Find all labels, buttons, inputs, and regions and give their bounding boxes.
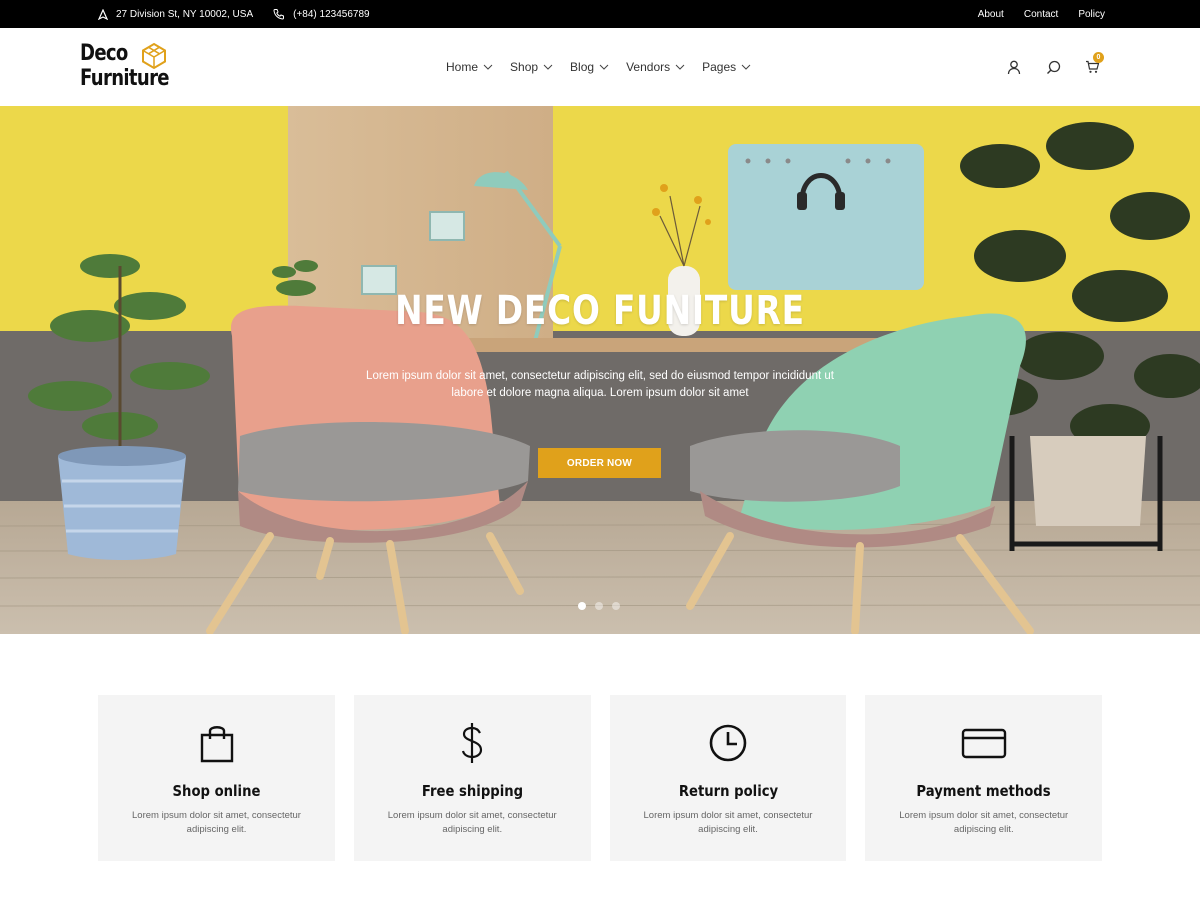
location-arrow-icon — [98, 8, 108, 20]
hero-slider: NEW DECO FUNITURE Lorem ipsum dolor sit … — [0, 106, 1200, 634]
chevron-down-icon — [675, 64, 685, 70]
hero-title: NEW DECO FUNITURE — [395, 288, 805, 334]
feature-title: Shop online — [172, 782, 261, 800]
hero-subtitle: Lorem ipsum dolor sit amet, consectetur … — [366, 370, 834, 399]
feature-shop-online: Shop online Lorem ipsum dolor sit amet, … — [98, 695, 335, 861]
chevron-down-icon — [543, 64, 553, 70]
search-icon — [1046, 60, 1060, 74]
topbar-link-policy[interactable]: Policy — [1078, 9, 1105, 20]
nav-item-label: Shop — [510, 60, 539, 74]
main-nav: Home Shop Blog Vendors Pages — [446, 28, 751, 106]
chevron-down-icon — [599, 64, 609, 70]
phone-info: (+84) 123456789 — [273, 8, 370, 20]
chevron-down-icon — [483, 64, 493, 70]
nav-item-blog[interactable]: Blog — [570, 60, 609, 74]
logo-cube-icon — [142, 42, 166, 70]
slider-dot-3[interactable] — [612, 602, 620, 610]
feature-title: Free shipping — [421, 782, 523, 800]
cart-count-badge: 0 — [1093, 52, 1104, 63]
feature-payment-methods: Payment methods Lorem ipsum dolor sit am… — [865, 695, 1102, 861]
search-button[interactable] — [1045, 59, 1061, 75]
topbar-link-contact[interactable]: Contact — [1024, 9, 1058, 20]
nav-item-pages[interactable]: Pages — [702, 60, 751, 74]
nav-item-home[interactable]: Home — [446, 60, 493, 74]
address-info: 27 Division St, NY 10002, USA — [98, 8, 254, 20]
features-section: Shop online Lorem ipsum dolor sit amet, … — [98, 695, 1102, 861]
feature-return-policy: Return policy Lorem ipsum dolor sit amet… — [609, 695, 847, 861]
feature-description: Lorem ipsum dolor sit amet, consectetur … — [899, 810, 1069, 835]
feature-free-shipping: Free shipping Lorem ipsum dolor sit amet… — [353, 695, 591, 861]
clock-icon — [709, 724, 747, 762]
topbar-link-about[interactable]: About — [978, 9, 1004, 20]
feature-title: Payment methods — [916, 782, 1051, 800]
nav-item-vendors[interactable]: Vendors — [626, 60, 685, 74]
feature-description: Lorem ipsum dolor sit amet, consectetur … — [643, 810, 813, 835]
cart-button[interactable]: 0 — [1084, 52, 1104, 75]
slider-dot-2[interactable] — [595, 602, 603, 610]
shopping-bag-icon — [200, 726, 233, 763]
slider-dot-1[interactable] — [578, 602, 586, 610]
nav-item-label: Vendors — [626, 60, 671, 74]
nav-item-label: Blog — [570, 60, 595, 74]
phone-text: (+84) 123456789 — [293, 8, 370, 20]
order-now-button[interactable]: ORDER NOW — [538, 448, 661, 478]
feature-title: Return policy — [678, 782, 778, 800]
dollar-icon — [462, 723, 483, 763]
nav-item-shop[interactable]: Shop — [510, 60, 553, 74]
credit-card-icon — [961, 728, 1006, 759]
feature-description: Lorem ipsum dolor sit amet, consectetur … — [132, 810, 301, 835]
address-text: 27 Division St, NY 10002, USA — [116, 8, 254, 20]
nav-item-label: Pages — [702, 60, 737, 74]
nav-item-label: Home — [446, 60, 479, 74]
site-header: Deco Furniture Home Shop Blog Vendors Pa… — [0, 28, 1200, 106]
feature-description: Lorem ipsum dolor sit amet, consectetur … — [387, 810, 557, 835]
header-actions: 0 — [1006, 28, 1104, 106]
phone-icon — [273, 9, 285, 20]
user-icon — [1007, 60, 1021, 74]
chevron-down-icon — [741, 64, 751, 70]
slider-dots — [578, 602, 620, 610]
account-button[interactable] — [1006, 59, 1022, 75]
top-bar: 27 Division St, NY 10002, USA (+84) 1234… — [0, 0, 1200, 28]
site-logo[interactable]: Deco Furniture — [80, 41, 188, 91]
